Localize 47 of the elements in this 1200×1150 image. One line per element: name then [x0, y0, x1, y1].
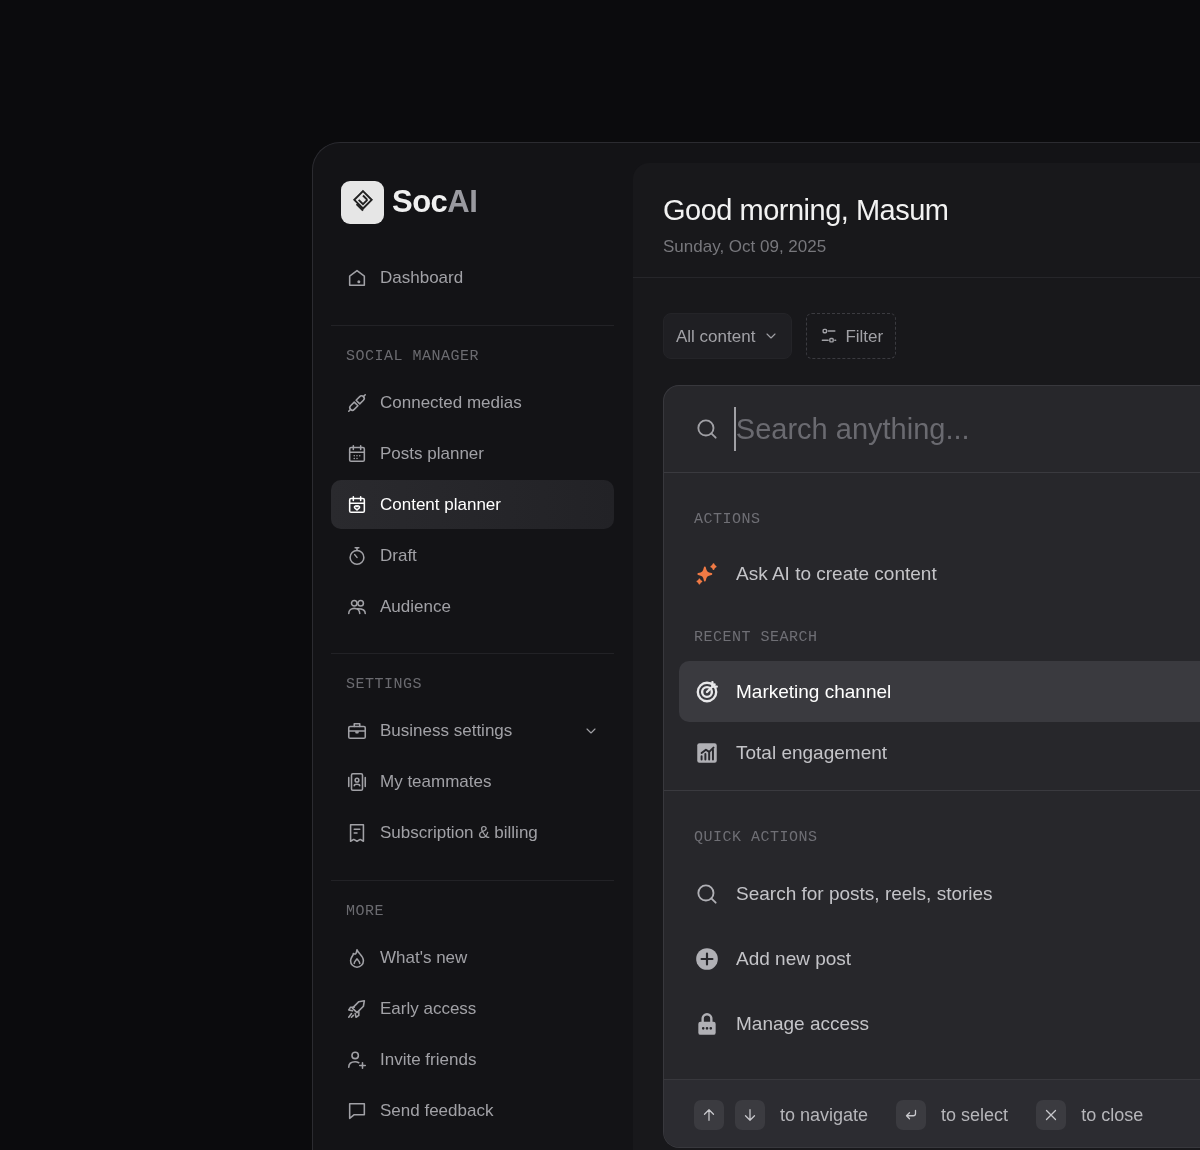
- section-label: SOCIAL MANAGER: [345, 346, 481, 367]
- sidebar-item[interactable]: Posts planner: [331, 429, 614, 478]
- palette-item[interactable]: Manage access: [679, 991, 1200, 1057]
- page-title: Good morning, Masum: [663, 193, 950, 228]
- palette-item[interactable]: Add new post: [679, 926, 1200, 992]
- palette-item[interactable]: Total engagement: [679, 722, 1200, 784]
- briefcase-icon: [346, 720, 368, 742]
- target-icon: [694, 678, 720, 705]
- sidebar-item[interactable]: Subscription & billing: [331, 808, 614, 858]
- contact-card-icon: [346, 771, 368, 793]
- brand-name: SocAI: [392, 183, 478, 221]
- calendar-icon: [346, 493, 368, 516]
- sidebar-item[interactable]: Draft: [331, 531, 614, 580]
- section-label: SETTINGS: [345, 675, 423, 695]
- hint-text: to close: [1081, 1103, 1144, 1127]
- sidebar-item[interactable]: What's new: [331, 933, 614, 982]
- logo-icon: [341, 180, 384, 224]
- date-text: Sunday, Oct 09, 2025: [663, 235, 828, 258]
- content-dropdown[interactable]: All content: [663, 313, 793, 360]
- search-field[interactable]: Search anything...: [735, 407, 1170, 452]
- sidebar-item[interactable]: Audience: [331, 582, 614, 631]
- palette-item[interactable]: Marketing channel: [679, 661, 1200, 723]
- sidebar-item[interactable]: Early access: [331, 984, 614, 1033]
- add-person-icon: [346, 1048, 368, 1071]
- section-label: RECENT SEARCH: [693, 627, 819, 648]
- rocket-icon: [346, 997, 368, 1020]
- sidebar-item[interactable]: Connected medias: [331, 378, 614, 427]
- plus-circle-icon: [694, 946, 720, 973]
- filter-button[interactable]: Filter: [806, 313, 897, 360]
- sidebar-item[interactable]: Send feedback: [331, 1086, 614, 1135]
- palette-item[interactable]: Search for posts, reels, stories: [679, 861, 1200, 927]
- sidebar-item[interactable]: Business settings: [331, 706, 614, 756]
- sidebar-item[interactable]: Content planner: [331, 480, 614, 529]
- section-label: QUICK ACTIONS: [664, 790, 1200, 850]
- hint-text: to select: [941, 1103, 1009, 1127]
- stopwatch-icon: [346, 544, 368, 567]
- section-label: MORE: [345, 901, 385, 922]
- section-label: ACTIONS: [693, 510, 762, 531]
- home-icon: [346, 267, 368, 289]
- sidebar-item[interactable]: My teammates: [331, 757, 614, 807]
- sidebar-item[interactable]: Invite friends: [331, 1035, 614, 1084]
- hint-text: to navigate: [780, 1103, 869, 1127]
- text-cursor: [734, 407, 736, 452]
- palette-item[interactable]: Ask AI to create content: [679, 543, 1200, 605]
- sidebar-item[interactable]: Dashboard: [331, 253, 614, 303]
- link-icon: [346, 391, 368, 414]
- calendar-icon: [346, 442, 368, 465]
